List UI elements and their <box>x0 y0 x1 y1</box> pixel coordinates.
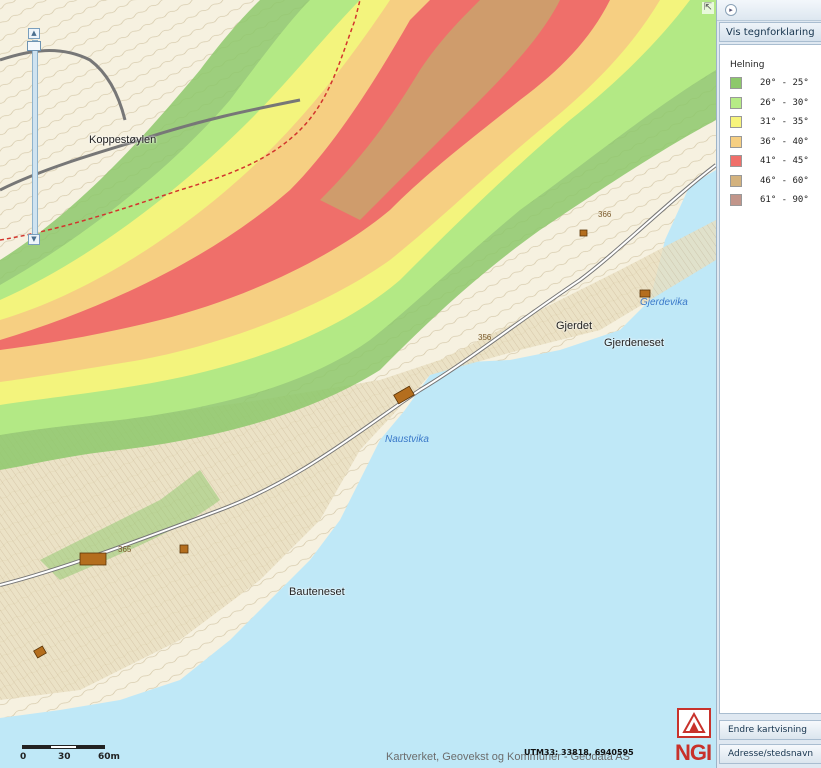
scale-segment <box>77 745 105 749</box>
legend-label: 31° - 35° <box>760 117 809 127</box>
legend-swatch <box>730 77 742 89</box>
legend-box: Helning 20° - 25° 26° - 30° 31° - 35° 36° -… <box>719 44 821 714</box>
legend-item: 26° - 30° <box>730 96 820 111</box>
place-name-bauteneset: Bauteneset <box>289 586 345 598</box>
legend-item: 36° - 40° <box>730 135 820 150</box>
ngi-logo-graphic <box>682 711 706 733</box>
ngi-logo: NGI <box>675 708 715 768</box>
map-canvas[interactable] <box>0 0 716 768</box>
place-name-gjerdeneset: Gjerdeneset <box>604 337 664 349</box>
legend-label: 26° - 30° <box>760 97 809 108</box>
zoom-track[interactable] <box>32 40 38 236</box>
legend-title: Helning <box>730 60 765 70</box>
legend-swatch <box>730 135 742 148</box>
expand-icon[interactable]: ⇱ <box>702 2 714 14</box>
scale-bar: 0 30 60m <box>20 742 130 766</box>
change-map-view-button[interactable]: Endre kartvisning <box>719 720 821 740</box>
legend-swatch <box>730 116 742 128</box>
legend-item: 31° - 35° <box>730 116 820 130</box>
legend-label: 41° - 45° <box>760 156 809 166</box>
ngi-logo-mark-icon <box>677 708 711 738</box>
ngi-logo-text: NGI <box>675 740 712 765</box>
elevation-label: 365 <box>118 545 132 554</box>
scale-label: 30 <box>58 752 71 762</box>
coordinate-readout: UTM33: 33818, 6940595 <box>524 748 634 757</box>
side-panel: ▸ Vis tegnforklaring Helning 20° - 25° 26… <box>716 0 821 768</box>
scale-segment <box>50 745 77 749</box>
legend-label: 46° - 60° <box>760 175 809 186</box>
legend-swatch <box>730 96 742 109</box>
collapse-panel-icon[interactable]: ▸ <box>725 4 737 16</box>
legend-item: 41° - 45° <box>730 155 820 169</box>
place-name-gjerdet: Gjerdet <box>556 320 593 332</box>
legend-swatch <box>730 194 742 206</box>
legend-item: 20° - 25° <box>730 77 820 91</box>
scale-segment <box>22 745 50 749</box>
address-search-button[interactable]: Adresse/stedsnavn <box>719 744 821 764</box>
zoom-slider[interactable]: ▲ ▼ <box>27 28 41 246</box>
water-name-naustvika: Naustvika <box>385 434 429 445</box>
water-name-gjerdevika: Gjerdevika <box>640 297 688 308</box>
zoom-out-arrow-icon[interactable]: ▼ <box>28 234 40 245</box>
elevation-label: 356 <box>478 333 492 342</box>
legend-swatch <box>730 155 742 167</box>
elevation-label: 366 <box>598 210 612 219</box>
scale-label: 0 <box>20 752 27 762</box>
place-name-koppestoylen: Koppestøylen <box>89 134 157 146</box>
legend-label: 61° - 90° <box>760 195 809 205</box>
legend-label: 36° - 40° <box>760 136 809 147</box>
zoom-handle[interactable] <box>27 41 41 51</box>
legend-item: 46° - 60° <box>730 174 820 189</box>
map-view[interactable]: Koppestøylen Gjerdet Gjerdeneset Bautene… <box>0 0 716 768</box>
scale-label: 60m <box>98 752 120 762</box>
zoom-in-arrow-icon[interactable]: ▲ <box>28 28 40 39</box>
legend-item: 61° - 90° <box>730 194 820 208</box>
show-legend-button[interactable]: Vis tegnforklaring <box>719 22 821 42</box>
legend-swatch <box>730 174 742 187</box>
legend-label: 20° - 25° <box>760 78 809 88</box>
panel-header: ▸ <box>717 0 821 21</box>
